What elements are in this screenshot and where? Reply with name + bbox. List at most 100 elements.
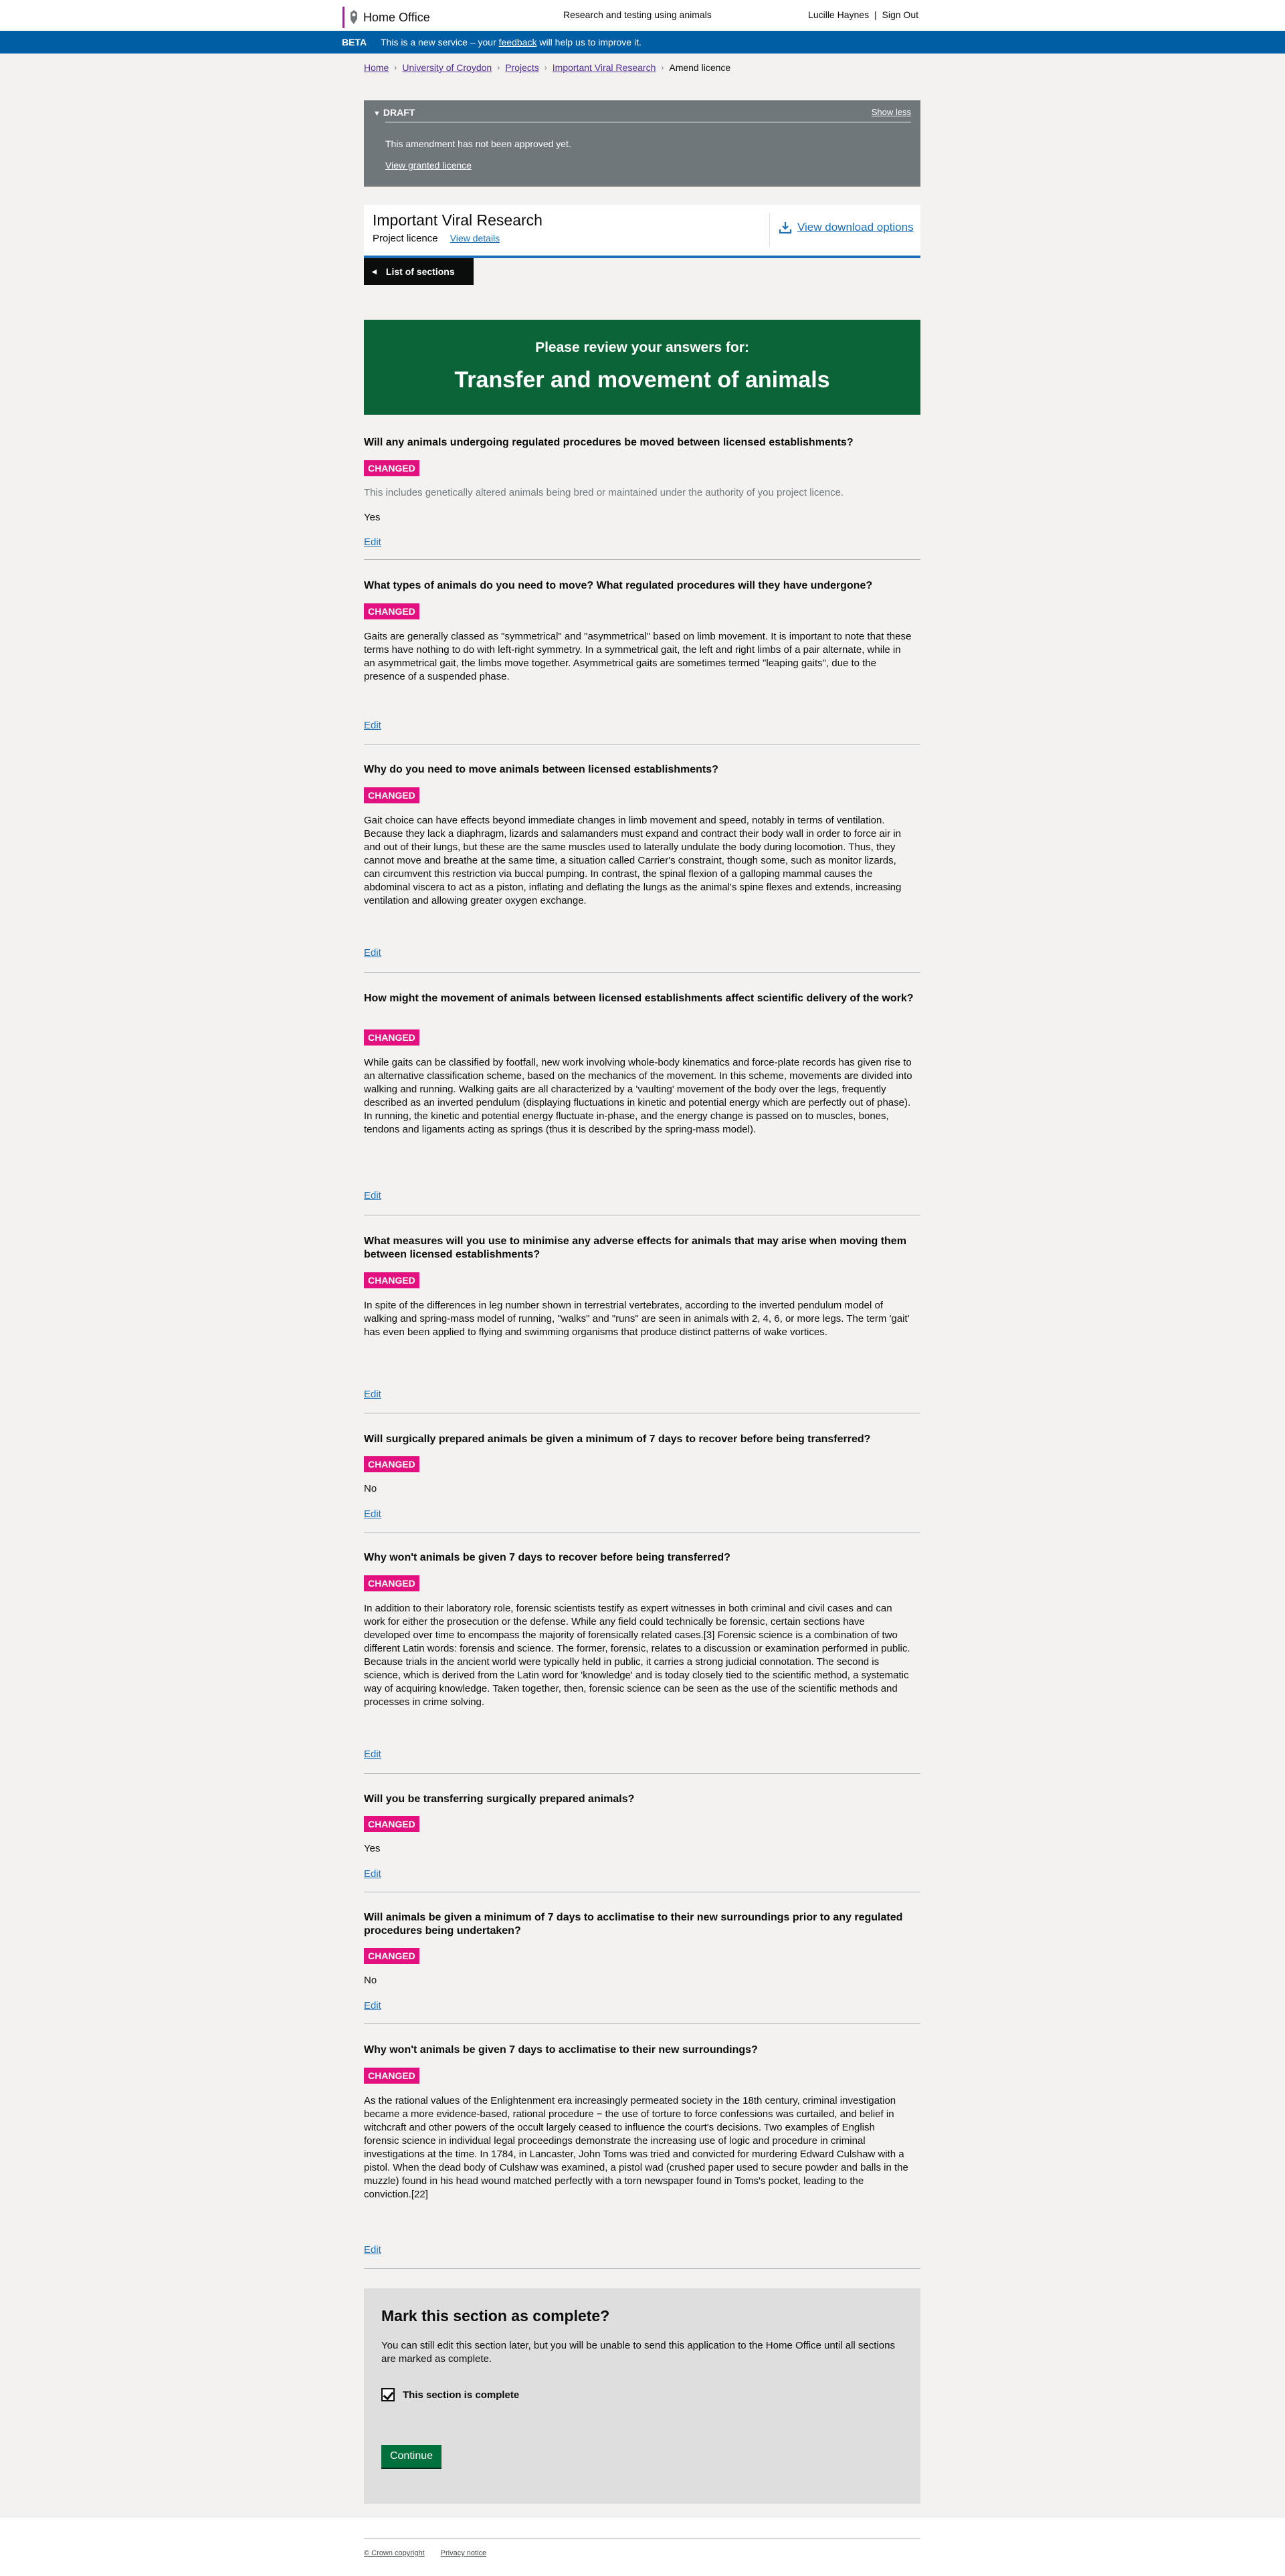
triangle-down-icon[interactable]: ▼ <box>373 110 381 118</box>
crest-icon <box>351 10 357 24</box>
question-hint: This includes genetically altered animal… <box>364 487 844 498</box>
mark-complete-text: You can still edit this section later, b… <box>381 2340 895 2365</box>
draft-panel: ▼ DRAFT Show less This amendment has not … <box>364 100 920 187</box>
question-block: Will any animals undergoing regulated pr… <box>364 436 920 560</box>
licence-header: Important Viral Research Project licence… <box>364 205 920 258</box>
view-download-options-link[interactable]: View download options <box>797 221 914 234</box>
question-block: Why do you need to move animals between … <box>364 763 920 973</box>
question-title: Will any animals undergoing regulated pr… <box>364 437 854 448</box>
show-less-link[interactable]: Show less <box>872 107 911 117</box>
list-of-sections-label: List of sections <box>385 266 455 277</box>
question-divider <box>364 1773 920 1774</box>
logo-text: Home Office <box>363 10 430 24</box>
edit-link[interactable]: Edit <box>364 720 381 731</box>
user-name[interactable]: Lucille Haynes <box>808 9 869 20</box>
edit-link[interactable]: Edit <box>364 2000 381 2011</box>
download-options[interactable]: View download options <box>779 221 914 234</box>
question-title: What measures will you use to minimise a… <box>364 1235 906 1260</box>
answer-text: No <box>364 1483 377 1494</box>
breadcrumb-projects[interactable]: Projects <box>505 62 539 73</box>
changed-badge: CHANGED <box>364 1816 419 1832</box>
chevron-right-icon: › <box>497 63 500 72</box>
section-complete-checkbox[interactable] <box>381 2388 395 2401</box>
question-block: Will you be transferring surgically prep… <box>364 1793 920 1892</box>
download-icon <box>779 222 792 234</box>
question-title: How might the movement of animals betwee… <box>364 993 914 1004</box>
answer-text: While gaits can be classified by footfal… <box>364 1057 912 1135</box>
answer-text: Yes <box>364 512 381 523</box>
service-name[interactable]: Research and testing using animals <box>563 9 712 20</box>
question-block: Will surgically prepared animals be give… <box>364 1433 920 1532</box>
breadcrumb: Home › University of Croydon › Projects … <box>364 62 730 73</box>
answer-text: Gaits are generally classed as "symmetri… <box>364 631 912 682</box>
question-title: What types of animals do you need to mov… <box>364 580 873 591</box>
answer-text: No <box>364 1975 377 1986</box>
user-nav-separator: | <box>874 9 877 20</box>
privacy-notice-link[interactable]: Privacy notice <box>441 2549 486 2557</box>
edit-link[interactable]: Edit <box>364 1389 381 1400</box>
triangle-left-icon: ◀ <box>372 268 377 275</box>
licence-header-divider <box>769 213 770 247</box>
question-divider <box>364 744 920 745</box>
view-details-link[interactable]: View details <box>450 233 500 243</box>
edit-link[interactable]: Edit <box>364 1749 381 1760</box>
edit-link[interactable]: Edit <box>364 1868 381 1880</box>
question-block: What measures will you use to minimise a… <box>364 1235 920 1413</box>
beta-text-after: will help us to improve it. <box>536 37 641 47</box>
answer-text: As the rational values of the Enlightenm… <box>364 2095 908 2200</box>
question-title: Why do you need to move animals between … <box>364 764 718 775</box>
answer-text: In addition to their laboratory role, fo… <box>364 1603 910 1708</box>
feedback-link[interactable]: feedback <box>499 37 537 47</box>
mark-complete-panel: Mark this section as complete? You can s… <box>364 2288 920 2504</box>
changed-badge: CHANGED <box>364 1575 419 1591</box>
edit-link[interactable]: Edit <box>364 947 381 959</box>
phase-banner: BETA This is a new service – your feedba… <box>0 31 1285 54</box>
edit-link[interactable]: Edit <box>364 1190 381 1201</box>
review-banner: Please review your answers for: Transfer… <box>364 320 920 415</box>
draft-title: ▼ DRAFT <box>373 107 415 118</box>
project-title: Important Viral Research <box>373 211 542 229</box>
question-block: Will animals be given a minimum of 7 day… <box>364 1911 920 2024</box>
beta-tag: BETA <box>342 37 367 47</box>
question-title: Why won't animals be given 7 days to rec… <box>364 1552 730 1563</box>
question-block: Why won't animals be given 7 days to rec… <box>364 1551 920 1774</box>
beta-text-before: This is a new service – your <box>381 37 499 47</box>
review-banner-caption: Please review your answers for: <box>535 340 749 355</box>
chevron-right-icon: › <box>544 63 547 72</box>
answer-text: In spite of the differences in leg numbe… <box>364 1300 910 1338</box>
changed-badge: CHANGED <box>364 603 419 619</box>
question-title: Will you be transferring surgically prep… <box>364 1793 635 1805</box>
review-banner-section: Transfer and movement of animals <box>454 367 830 393</box>
question-block: How might the movement of animals betwee… <box>364 992 920 1215</box>
crown-copyright-link[interactable]: © Crown copyright <box>364 2549 425 2557</box>
sign-out-link[interactable]: Sign Out <box>882 9 918 20</box>
answer-text: Gait choice can have effects beyond imme… <box>364 815 902 906</box>
breadcrumb-home[interactable]: Home <box>364 62 389 73</box>
breadcrumb-establishment[interactable]: University of Croydon <box>402 62 492 73</box>
view-granted-licence-link[interactable]: View granted licence <box>385 160 472 171</box>
mark-complete-heading: Mark this section as complete? <box>381 2307 610 2324</box>
continue-button[interactable]: Continue <box>381 2445 441 2468</box>
question-title: Will surgically prepared animals be give… <box>364 1433 871 1445</box>
footer-divider <box>364 2538 920 2539</box>
changed-badge: CHANGED <box>364 1029 419 1046</box>
changed-badge: CHANGED <box>364 787 419 803</box>
home-office-logo[interactable]: Home Office <box>342 7 430 28</box>
draft-title-text: DRAFT <box>383 107 415 118</box>
draft-message: This amendment has not been approved yet… <box>385 138 571 149</box>
breadcrumb-current: Amend licence <box>669 62 731 73</box>
list-of-sections-button[interactable]: ◀ List of sections <box>364 258 474 285</box>
edit-link[interactable]: Edit <box>364 1508 381 1520</box>
question-block: What types of animals do you need to mov… <box>364 579 920 745</box>
user-nav: Lucille Haynes | Sign Out <box>808 9 918 20</box>
answer-text: Yes <box>364 1843 381 1854</box>
question-divider <box>364 2268 920 2269</box>
section-complete-label[interactable]: This section is complete <box>403 2389 519 2401</box>
question-divider <box>364 2023 920 2024</box>
edit-link[interactable]: Edit <box>364 2244 381 2256</box>
licence-subtitle: Project licence View details <box>373 233 500 244</box>
changed-badge: CHANGED <box>364 2068 419 2084</box>
breadcrumb-project[interactable]: Important Viral Research <box>553 62 656 73</box>
edit-link[interactable]: Edit <box>364 536 381 548</box>
site-footer: © Crown copyright Privacy notice <box>0 2518 1285 2576</box>
